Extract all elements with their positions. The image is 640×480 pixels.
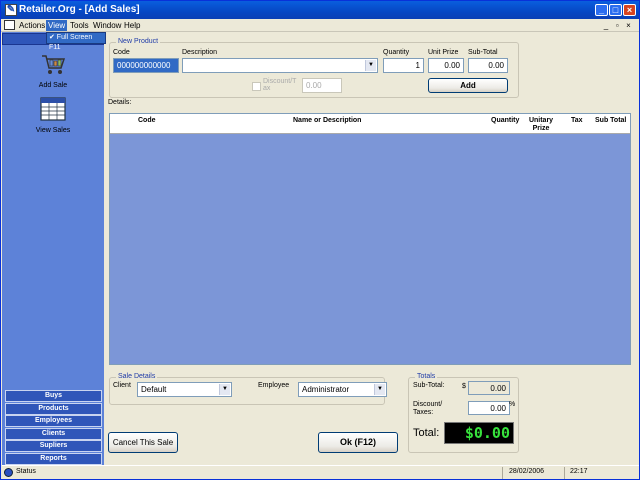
column-tax[interactable]: Tax <box>571 117 583 125</box>
window-title: Retailer.Org - [Add Sales] <box>19 4 140 15</box>
column-name[interactable]: Name or Description <box>293 117 361 125</box>
unit-prize-label: Unit Prize <box>428 49 459 56</box>
menu-actions[interactable]: Actions <box>17 20 47 31</box>
client-value: Default <box>141 385 167 394</box>
status-icon <box>4 468 13 477</box>
chevron-down-icon[interactable]: ▼ <box>374 384 385 395</box>
total-display: $0.00 <box>444 422 514 444</box>
menu-tools[interactable]: Tools <box>68 20 91 31</box>
employee-value: Administrator <box>302 385 350 394</box>
description-select[interactable]: ▼ <box>182 58 378 73</box>
status-text: Status <box>16 468 36 475</box>
quantity-input[interactable]: 1 <box>383 58 424 73</box>
mdi-restore-button[interactable]: ▫ <box>613 21 622 30</box>
menu-view[interactable]: View <box>46 20 68 31</box>
sidebar: Add Sale View Sales Buys Products Employ… <box>2 32 104 465</box>
group-title: Totals <box>415 373 438 380</box>
menu-window[interactable]: Window <box>91 20 123 31</box>
group-title: New Product <box>116 38 161 45</box>
table-icon <box>40 97 66 121</box>
minimize-button[interactable]: _ <box>595 4 608 16</box>
mdi-minimize-button[interactable]: _ <box>602 21 611 30</box>
details-grid[interactable]: Code Name or Description Quantity Unitar… <box>109 113 631 365</box>
view-menu-dropdown: ✔ Full Screen F11 <box>46 32 106 51</box>
mdi-child-icon[interactable] <box>4 20 15 30</box>
discount-input[interactable]: 0.00 <box>302 78 342 93</box>
total-label: Total: <box>413 427 440 439</box>
status-separator <box>564 467 565 479</box>
sidebar-item-reports[interactable]: Reports <box>5 453 102 465</box>
sidebar-item-supliers[interactable]: Supliers <box>5 440 102 452</box>
chevron-down-icon[interactable]: ▼ <box>365 60 376 71</box>
description-label: Description <box>182 49 218 56</box>
chevron-down-icon[interactable]: ▼ <box>219 384 230 395</box>
close-button[interactable]: × <box>623 4 636 16</box>
maximize-button[interactable]: □ <box>609 4 622 16</box>
column-unitary-prize[interactable]: Unitary Prize <box>526 117 556 133</box>
currency-symbol: $ <box>462 383 466 390</box>
totals-subtotal-label: Sub-Total: <box>413 382 445 389</box>
menu-help[interactable]: Help <box>122 20 142 31</box>
employee-select[interactable]: Administrator ▼ <box>298 382 387 397</box>
sidebar-item-buys[interactable]: Buys <box>5 390 102 402</box>
totals-discount-input[interactable]: 0.00 <box>468 401 510 415</box>
sidebar-item-view-sales[interactable]: View Sales <box>2 97 104 134</box>
status-time: 22:17 <box>570 468 588 475</box>
totals-discount-label: Discount/ Taxes: <box>413 401 443 416</box>
menu-bar: Actions View Tools Window Help _ ▫ × <box>1 19 639 32</box>
column-quantity[interactable]: Quantity <box>491 117 519 125</box>
mdi-window-buttons: _ ▫ × <box>602 21 633 30</box>
group-title: Sale Details <box>116 373 158 380</box>
sidebar-item-clients[interactable]: Clients <box>5 428 102 440</box>
app-icon[interactable]: ✎ <box>5 4 17 16</box>
totals-subtotal-value: 0.00 <box>468 381 510 395</box>
sidebar-item-products[interactable]: Products <box>5 403 102 415</box>
mdi-close-button[interactable]: × <box>624 21 633 30</box>
cancel-sale-button[interactable]: Cancel This Sale <box>108 432 178 453</box>
sidebar-item-label: Add Sale <box>38 82 68 89</box>
sidebar-item-label: View Sales <box>35 127 71 134</box>
status-bar: Status 28/02/2006 22:17 <box>2 465 639 479</box>
percent-symbol: % <box>509 401 516 408</box>
quantity-label: Quantity <box>383 49 410 56</box>
add-sales-form: New Product Code 000000000000 Descriptio… <box>104 32 638 465</box>
client-label: Client <box>113 382 131 389</box>
ok-button[interactable]: Ok (F12) <box>318 432 398 453</box>
title-bar: ✎ Retailer.Org - [Add Sales] _ □ × <box>1 1 639 19</box>
client-select[interactable]: Default ▼ <box>137 382 232 397</box>
cart-icon <box>42 55 66 74</box>
sidebar-item-employees[interactable]: Employees <box>5 415 102 427</box>
unit-prize-input[interactable]: 0.00 <box>428 58 464 73</box>
column-sub-total[interactable]: Sub Total <box>595 117 626 125</box>
status-date: 28/02/2006 <box>509 468 545 475</box>
status-separator <box>502 467 503 479</box>
subtotal-input[interactable]: 0.00 <box>468 58 508 73</box>
app-window: ✎ Retailer.Org - [Add Sales] _ □ × Actio… <box>0 0 640 480</box>
code-input[interactable]: 000000000000 <box>113 58 179 73</box>
discount-label: Discount/T ax <box>263 78 297 92</box>
sidebar-item-add-sale[interactable]: Add Sale <box>2 52 104 89</box>
employee-label: Employee <box>258 382 290 389</box>
add-button[interactable]: Add <box>428 78 508 93</box>
discount-checkbox[interactable] <box>252 82 261 91</box>
code-label: Code <box>113 49 130 56</box>
grid-header: Code Name or Description Quantity Unitar… <box>110 114 630 134</box>
column-code[interactable]: Code <box>138 117 156 125</box>
subtotal-label: Sub-Total <box>468 49 498 56</box>
details-label: Details: <box>108 99 132 106</box>
